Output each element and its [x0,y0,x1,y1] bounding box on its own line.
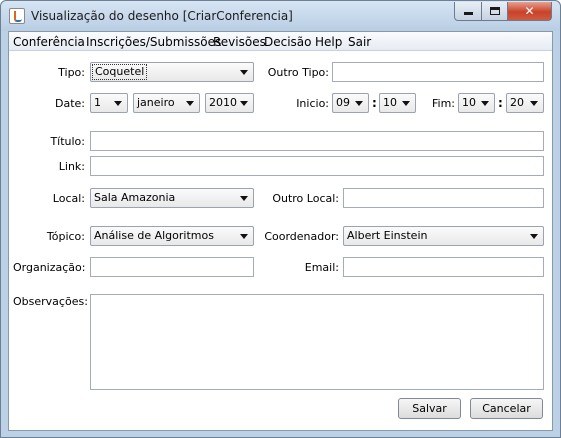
chevron-down-icon [530,101,538,106]
menu-decisao[interactable]: Decisão [264,35,312,49]
maximize-button[interactable] [481,2,508,21]
local-value: Sala Amazonia [94,191,176,204]
titulo-label: Título: [50,135,85,148]
close-button[interactable]: ✕ [507,2,552,21]
chevron-down-icon [114,101,122,106]
title-bar[interactable]: Visualização do desenho [CriarConferenci… [1,1,560,31]
date-year-value: 2010 [209,96,237,109]
organizacao-field[interactable] [90,257,254,277]
link-field[interactable] [90,156,544,176]
window-content: Conferência Inscrições/Submissões Revisõ… [8,31,553,431]
tipo-label: Tipo: [58,66,85,79]
inicio-hour-select[interactable]: 09 [332,93,369,113]
inicio-hour-value: 09 [336,96,350,109]
inicio-label: Inicio: [296,97,329,110]
date-month-select[interactable]: janeiro [133,93,200,113]
minimize-button[interactable] [454,2,482,21]
chevron-down-icon [402,101,410,106]
local-select[interactable]: Sala Amazonia [90,188,254,208]
observacoes-label: Observações: [13,295,88,308]
topico-value: Análise de Algoritmos [94,229,214,242]
inicio-time-separator: : [372,96,377,110]
tipo-select[interactable]: Coquetel [90,62,254,82]
chevron-down-icon [240,234,248,239]
chevron-down-icon [240,196,248,201]
fim-minute-select[interactable]: 20 [506,93,544,113]
outro-tipo-field[interactable] [332,62,544,82]
outro-local-field[interactable] [343,188,544,208]
chevron-down-icon [481,101,489,106]
chevron-down-icon [530,234,538,239]
outro-tipo-label: Outro Tipo: [267,66,329,79]
close-icon: ✕ [524,4,535,18]
inicio-minute-select[interactable]: 10 [379,93,416,113]
topico-label: Tópico: [46,230,85,243]
menu-bar: Conferência Inscrições/Submissões Revisõ… [9,32,552,51]
maximize-icon [489,7,500,15]
fim-label: Fim: [431,97,455,110]
date-year-select[interactable]: 2010 [205,93,254,113]
inicio-minute-value: 10 [383,96,397,109]
chevron-down-icon [240,70,248,75]
fim-minute-value: 20 [510,96,524,109]
tipo-value: Coquetel [92,64,148,80]
fim-time-separator: : [498,96,503,110]
chevron-down-icon [355,101,363,106]
date-month-value: janeiro [137,96,175,109]
date-day-value: 1 [94,96,101,109]
menu-help[interactable]: Help [315,35,342,49]
chevron-down-icon [240,101,248,106]
menu-inscricoes-submissoes[interactable]: Inscrições/Submissões [86,35,221,49]
menu-revisoes[interactable]: Revisões [213,35,266,49]
cancel-button[interactable]: Cancelar [470,398,543,419]
email-field[interactable] [343,257,544,277]
topico-select[interactable]: Análise de Algoritmos [90,226,254,246]
save-button[interactable]: Salvar [398,398,461,419]
observacoes-textarea[interactable] [90,294,544,390]
outro-local-label: Outro Local: [272,192,339,205]
minimize-icon [463,12,473,15]
titulo-field[interactable] [90,131,544,151]
date-label: Date: [55,97,85,110]
link-label: Link: [58,160,85,173]
menu-conferencia[interactable]: Conferência [13,35,85,49]
fim-hour-select[interactable]: 10 [458,93,495,113]
date-day-select[interactable]: 1 [90,93,128,113]
coordenador-label: Coordenador: [264,230,339,243]
app-window: Visualização do desenho [CriarConferenci… [0,0,561,438]
coordenador-select[interactable]: Albert Einstein [343,226,544,246]
chevron-down-icon [186,101,194,106]
local-label: Local: [52,192,85,205]
window-title: Visualização do desenho [CriarConferenci… [31,9,293,23]
java-app-icon [9,8,25,24]
menu-sair[interactable]: Sair [348,35,371,49]
fim-hour-value: 10 [462,96,476,109]
email-label: Email: [304,261,339,274]
organizacao-label: Organização: [13,261,86,274]
coordenador-value: Albert Einstein [347,229,428,242]
